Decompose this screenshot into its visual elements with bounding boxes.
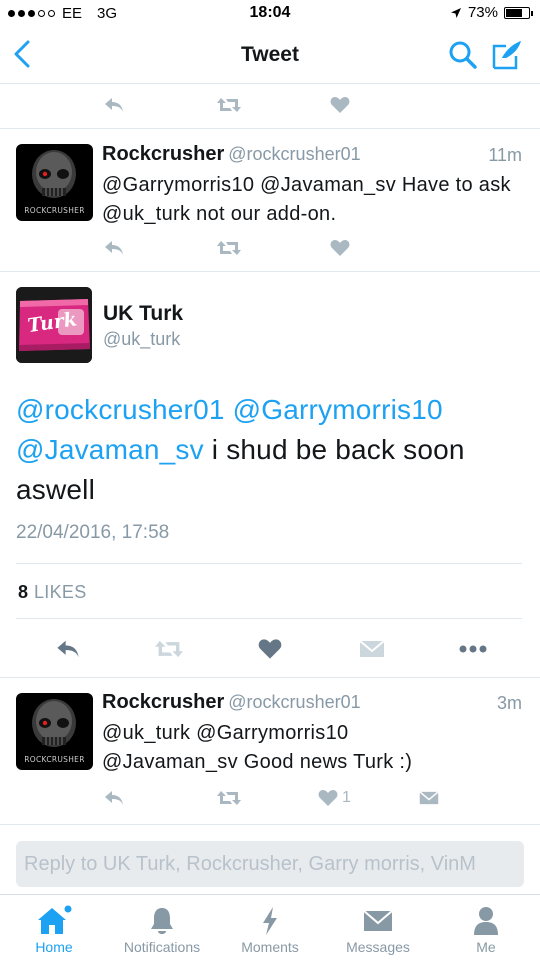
avatar-brand-text: ROCKCRUSHER <box>24 206 85 215</box>
tab-label: Notifications <box>123 939 201 955</box>
reply-input[interactable] <box>16 841 524 887</box>
avatar[interactable]: ROCKCRUSHER <box>16 693 93 770</box>
envelope-icon <box>359 640 385 657</box>
likes-summary[interactable]: 8 LIKES <box>16 563 522 619</box>
navigation-bar: Tweet <box>0 28 540 84</box>
author-handle[interactable]: @rockcrusher01 <box>228 692 360 712</box>
envelope-icon <box>419 791 439 805</box>
retweet-button[interactable] <box>216 783 242 813</box>
tweet-header: Rockcrusher @rockcrusher01 <box>102 691 361 714</box>
search-icon <box>449 41 477 69</box>
compose-tweet-button[interactable] <box>490 38 524 72</box>
compose-quill-icon <box>492 41 521 70</box>
likes-label: LIKES <box>34 582 87 602</box>
like-count: 1 <box>342 789 351 806</box>
tweet-actions <box>0 233 540 263</box>
more-options-button[interactable] <box>458 634 488 664</box>
author-name[interactable]: Rockcrusher <box>102 143 224 165</box>
tweet-timestamp: 11m <box>488 145 522 165</box>
tweet-item[interactable]: ROCKCRUSHER Rockcrusher @rockcrusher01 3m… <box>0 679 540 824</box>
author-name[interactable]: Rockcrusher <box>102 691 224 713</box>
heart-icon <box>330 97 350 113</box>
chevron-left-icon <box>14 40 30 68</box>
reply-icon <box>105 241 123 255</box>
heart-icon <box>330 240 350 256</box>
like-button[interactable] <box>330 90 350 120</box>
tweet-date: 22/04/2016, 17:58 <box>16 522 170 543</box>
likes-count: 8 <box>18 582 29 602</box>
envelope-icon <box>363 910 393 931</box>
reply-icon <box>57 640 79 658</box>
avatar[interactable]: Turk <box>16 287 92 363</box>
tweet-header: Rockcrusher @rockcrusher01 <box>102 143 361 166</box>
direct-message-button[interactable] <box>419 783 439 813</box>
retweet-icon <box>217 98 241 112</box>
retweet-button[interactable] <box>216 233 242 263</box>
battery-percent: 73% <box>467 4 498 21</box>
author-handle[interactable]: @uk_turk <box>103 329 180 350</box>
reply-button[interactable] <box>103 90 125 120</box>
tab-label: Me <box>476 939 496 955</box>
mention-link[interactable]: @Garrymorris10 <box>233 394 443 425</box>
lightning-icon <box>263 907 277 935</box>
like-button[interactable] <box>330 233 350 263</box>
main-tweet-author[interactable]: Turk UK Turk @uk_turk <box>0 272 540 382</box>
avatar-brand-text: ROCKCRUSHER <box>24 755 85 764</box>
avatar[interactable]: ROCKCRUSHER <box>16 144 93 221</box>
tab-label: Moments <box>241 939 299 955</box>
tab-label: Messages <box>346 939 410 955</box>
previous-tweet-actions <box>0 90 540 120</box>
author-name[interactable]: UK Turk <box>103 302 183 326</box>
retweet-button[interactable] <box>154 634 184 664</box>
location-arrow-icon <box>450 7 461 18</box>
reply-bar <box>0 824 540 894</box>
retweet-icon <box>217 241 241 255</box>
like-button[interactable]: 1 <box>318 783 351 813</box>
tab-messages[interactable]: Messages <box>324 895 432 960</box>
retweet-button[interactable] <box>216 90 242 120</box>
bell-icon <box>151 908 173 934</box>
tweet-timestamp: 3m <box>496 693 522 713</box>
back-button[interactable] <box>8 38 38 70</box>
tab-notifications[interactable]: Notifications <box>108 895 216 960</box>
reply-icon <box>105 791 123 805</box>
tab-home[interactable]: Home <box>0 895 108 960</box>
retweet-icon <box>155 640 183 658</box>
home-icon <box>38 905 72 934</box>
ellipsis-icon <box>459 645 487 653</box>
person-icon <box>474 907 498 935</box>
reply-button[interactable] <box>103 783 125 813</box>
heart-icon <box>258 639 282 659</box>
direct-message-button[interactable] <box>359 634 385 664</box>
main-tweet-actions <box>0 620 540 678</box>
author-handle[interactable]: @rockcrusher01 <box>228 144 360 164</box>
status-bar: EE 3G 18:04 73% <box>0 0 540 28</box>
tweet-text: @Garrymorris10 @Javaman_sv Have to ask @… <box>102 174 511 225</box>
tweet-item[interactable]: ROCKCRUSHER Rockcrusher @rockcrusher01 11… <box>0 129 540 272</box>
reply-button[interactable] <box>103 233 125 263</box>
tab-label: Home <box>35 939 73 955</box>
main-tweet-text: @rockcrusher01 @Garrymorris10 @Javaman_s… <box>16 390 526 510</box>
tab-moments[interactable]: Moments <box>216 895 324 960</box>
reply-button[interactable] <box>55 634 81 664</box>
heart-icon <box>318 790 338 806</box>
battery-icon <box>504 6 533 19</box>
reply-icon <box>105 98 123 112</box>
tweet-text: @uk_turk @Garrymorris10 @Javaman_sv Good… <box>102 722 413 773</box>
retweet-icon <box>217 791 241 805</box>
tweet-actions: 1 <box>0 783 540 813</box>
turk-candy-logo-icon: Turk <box>16 287 92 363</box>
mention-link[interactable]: @rockcrusher01 <box>16 394 225 425</box>
tab-bar: Home Notifications Moments Messages Me <box>0 894 540 960</box>
tab-me[interactable]: Me <box>432 895 540 960</box>
search-button[interactable] <box>448 40 478 70</box>
like-button[interactable] <box>258 634 282 664</box>
mention-link[interactable]: @Javaman_sv <box>16 434 204 465</box>
